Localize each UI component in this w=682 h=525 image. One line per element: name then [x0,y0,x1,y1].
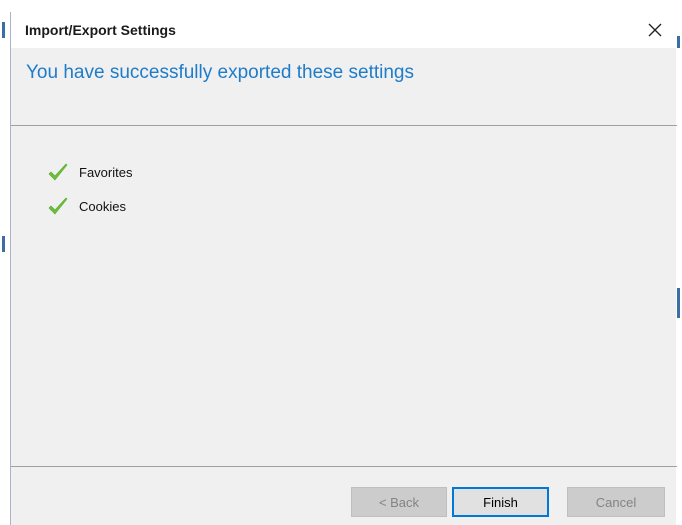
background-window-edge-left [0,0,10,525]
check-icon [48,163,68,181]
background-edge-mark [677,288,680,318]
item-label: Favorites [79,165,133,180]
footer-divider [11,466,677,467]
success-heading: You have successfully exported these set… [26,62,414,83]
background-window-edge-right [676,0,682,525]
close-icon [648,23,662,37]
background-edge-mark [2,22,5,38]
item-label: Cookies [79,199,126,214]
check-icon [48,197,68,215]
header-divider [11,125,677,126]
import-export-dialog: Import/Export Settings You have successf… [10,12,677,525]
finish-button[interactable]: Finish [452,487,549,517]
back-button[interactable]: < Back [351,487,447,517]
background-edge-mark [677,36,680,48]
window-title: Import/Export Settings [25,22,176,38]
close-button[interactable] [641,16,669,44]
title-bar[interactable]: Import/Export Settings [11,12,677,48]
cancel-button[interactable]: Cancel [567,487,665,517]
background-edge-mark [2,236,5,252]
